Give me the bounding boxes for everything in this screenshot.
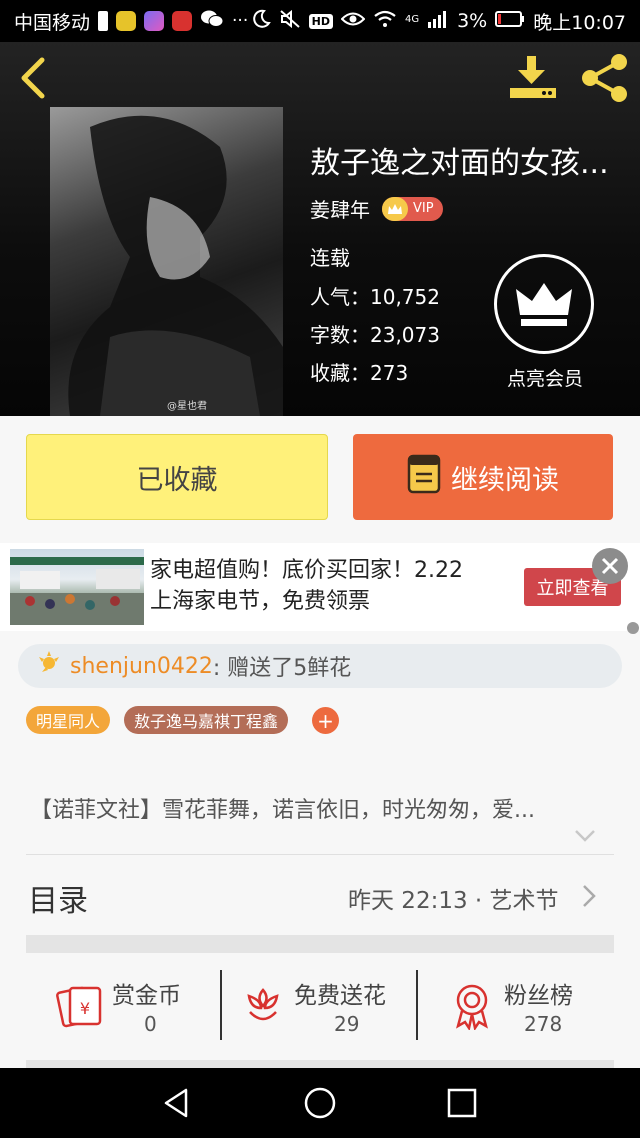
ad-close-button[interactable] [592, 548, 628, 584]
network-label: 4G [404, 13, 420, 25]
section-spacer [26, 1060, 614, 1068]
free-flowers-stat[interactable]: 免费送花 29 [242, 970, 412, 1042]
chevron-down-icon [575, 830, 595, 842]
expand-description-button[interactable] [574, 828, 596, 842]
section-spacer [26, 935, 614, 953]
share-button[interactable] [578, 52, 632, 104]
battery-icon [495, 10, 525, 33]
cover-watermark: @星也君 [167, 401, 207, 412]
reward-coins-stat[interactable]: ¥ 赏金币 0 [56, 970, 216, 1042]
svg-text:¥: ¥ [80, 999, 90, 1018]
share-icon [582, 54, 627, 102]
crown-icon [382, 196, 408, 221]
gift-action-text: : 赠送了5鲜花 [212, 656, 352, 681]
hd-icon: HD [308, 13, 333, 29]
app-icon-red [172, 11, 193, 31]
divider [26, 854, 614, 855]
ad-line-1: 家电超值购！底价买回家！2.22 [150, 558, 463, 583]
fan-ranking-label: 粉丝榜 [504, 983, 573, 1009]
red-packet-icon: ¥ [56, 984, 104, 1032]
fan-ranking-value: 278 [524, 1012, 563, 1036]
carrier-label: 中国移动 [14, 11, 91, 34]
wechat-icon [200, 9, 224, 34]
favorited-button[interactable]: 已收藏 [26, 434, 328, 520]
book-cover[interactable]: @星也君 [50, 107, 283, 416]
nav-back-button[interactable] [160, 1085, 196, 1121]
book-header: @星也君 敖子逸之对面的女孩... 姜肆年 VIP 连载 人气：10,752 字… [0, 42, 640, 416]
fan-ranking-stat[interactable]: 粉丝榜 278 [450, 970, 600, 1042]
cover-portrait-image [68, 115, 283, 416]
mute-icon [279, 9, 301, 34]
clock: 晚上10:07 [533, 11, 626, 34]
square-recents-icon [447, 1088, 477, 1118]
popularity-label: 人气： [310, 285, 370, 309]
ad-image [10, 549, 144, 625]
popularity-stat: 人气：10,752 [310, 281, 440, 310]
free-flowers-value: 29 [334, 1012, 360, 1036]
ad-text: 家电超值购！底价买回家！2.22 上海家电节，免费领票 [150, 555, 463, 617]
book-icon [407, 454, 441, 501]
word-count-value: 23,073 [370, 323, 440, 347]
nav-home-button[interactable] [302, 1085, 338, 1121]
tag-item[interactable]: 明星同人 [26, 706, 111, 734]
free-flowers-label: 免费送花 [294, 983, 386, 1009]
member-button[interactable]: 点亮会员 [494, 254, 596, 391]
author-name[interactable]: 姜肆年 [310, 194, 370, 223]
status-bar: 中国移动 ··· HD 4G 3% 晚上10:07 [0, 0, 640, 42]
toc-title[interactable]: 目录 [28, 876, 88, 920]
reward-coins-label: 赏金币 [112, 983, 181, 1009]
toc-latest-chapter[interactable]: 昨天 22:13 · 艺术节 [348, 881, 559, 915]
word-count-stat: 字数：23,073 [310, 319, 440, 348]
flower-gift-icon [36, 650, 62, 682]
member-crown-circle [494, 254, 594, 354]
popularity-value: 10,752 [370, 285, 440, 309]
tag-item[interactable]: 敖子逸马嘉祺丁程鑫 [124, 706, 289, 734]
book-description[interactable]: 【诺菲文社】雪花菲舞，诺言依旧，时光匆匆，爱... [30, 792, 535, 824]
more-icon: ··· [232, 11, 249, 31]
app-icon-yellow [116, 11, 137, 31]
moon-icon [251, 9, 271, 34]
member-label: 点亮会员 [506, 368, 583, 390]
triangle-back-icon [164, 1088, 188, 1118]
download-button[interactable] [506, 54, 560, 102]
download-icon [510, 56, 556, 98]
word-count-label: 字数： [310, 323, 370, 347]
battery-percent: 3% [457, 10, 488, 32]
favorites-label: 收藏： [310, 361, 370, 385]
app-icon-gallery [144, 11, 165, 31]
alert-icon [98, 11, 109, 31]
back-button[interactable] [14, 56, 54, 100]
favorited-label: 已收藏 [136, 464, 218, 496]
gift-sender[interactable]: shenjun0422 [70, 654, 213, 679]
add-tag-button[interactable]: + [312, 707, 339, 734]
signal-icon [427, 10, 449, 33]
flower-icon [242, 986, 284, 1032]
system-nav-bar [0, 1068, 640, 1138]
book-title: 敖子逸之对面的女孩... [310, 146, 609, 181]
wifi-icon [373, 10, 397, 33]
serial-status: 连载 [310, 246, 350, 270]
vip-label: VIP [413, 201, 434, 216]
stat-divider [416, 970, 418, 1040]
nav-recents-button[interactable] [444, 1085, 480, 1121]
stat-divider [220, 970, 222, 1040]
continue-reading-label: 继续阅读 [451, 464, 559, 496]
ad-info-icon[interactable] [627, 622, 639, 634]
circle-home-icon [304, 1087, 336, 1119]
reward-coins-value: 0 [144, 1012, 157, 1036]
gift-notice: shenjun0422 : 赠送了5鲜花 [18, 644, 622, 688]
continue-reading-button[interactable]: 继续阅读 [353, 434, 613, 520]
chevron-right-icon[interactable] [582, 884, 596, 908]
close-icon [601, 557, 619, 575]
eye-icon [340, 10, 366, 33]
medal-icon [450, 982, 494, 1034]
back-arrow-icon [21, 57, 45, 99]
vip-badge: VIP [382, 196, 443, 221]
favorites-value: 273 [370, 361, 409, 385]
favorites-stat: 收藏：273 [310, 357, 408, 386]
member-crown-icon [516, 283, 572, 326]
author-row: 姜肆年 VIP [310, 194, 443, 223]
ad-line-2: 上海家电节，免费领票 [150, 589, 371, 614]
